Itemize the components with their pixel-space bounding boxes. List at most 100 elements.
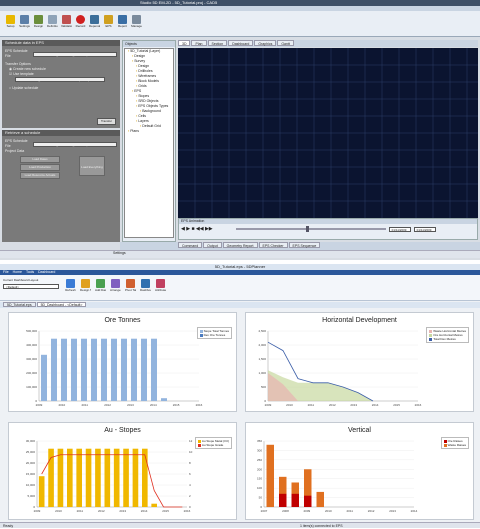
- timeline-handle[interactable]: [305, 226, 309, 232]
- load-production-button[interactable]: Load Production: [20, 164, 60, 171]
- ribbon-btn-validation[interactable]: Validation: [60, 13, 73, 31]
- tab-dashboard[interactable]: Dashboard: [228, 40, 254, 46]
- ore-tonnes-bar: [81, 338, 87, 401]
- planner-status-bar: Ready 1 item(s) connected to EPS: [0, 522, 480, 528]
- animation-panel: EPS Animation ◀ ▶ ■ ◀◀ ▶▶ 01/11/2009 01/…: [178, 218, 478, 240]
- 3d-viewport[interactable]: [178, 48, 478, 218]
- layout-select[interactable]: <Default>: [3, 284, 59, 289]
- timeline-slider[interactable]: [235, 226, 386, 232]
- eps-file-label: EPS Schedule File: [5, 49, 28, 58]
- validation-icon: [62, 15, 71, 24]
- report-icon: [118, 15, 127, 24]
- x-tick-label: 2015: [393, 403, 400, 407]
- ribbon-btn-label: Settings: [19, 24, 30, 28]
- planner-btn-6[interactable]: Attributes: [154, 277, 167, 295]
- update-schedule-option[interactable]: ○ Update schedule: [9, 86, 117, 91]
- x-tick-label: 2016: [415, 403, 422, 407]
- x-tick-label: 2016: [196, 403, 203, 407]
- eps-file2-field[interactable]: C:\Datasets\5D_Tutorial\5D_Tutorial.eps: [33, 141, 117, 147]
- ore-tonnes-bar: [101, 338, 107, 401]
- bottom-tab-1[interactable]: Output: [203, 242, 222, 248]
- play-controls-icon[interactable]: ◀ ▶ ■ ◀◀ ▶▶: [181, 226, 213, 232]
- ore-tonnes-chart: Ore Tonnes 500,000 400,000 300,000 200,000 1…: [8, 312, 237, 412]
- bottom-tab-0[interactable]: Command: [178, 242, 203, 248]
- y-tick-label: 500,000: [26, 329, 37, 333]
- ribbon-btn-settings[interactable]: Settings: [18, 13, 31, 31]
- ribbon-btn-label: Manage: [131, 24, 142, 28]
- x-tick-label: 2010: [286, 403, 293, 407]
- planner-btn-5[interactable]: Dashboard: [139, 277, 152, 295]
- ribbon-btn-eps[interactable]: EPS: [102, 13, 115, 31]
- create-new-label: Create new schedule: [13, 67, 46, 71]
- transfer-button[interactable]: Transfer: [96, 118, 116, 125]
- tab-3d[interactable]: 3D: [178, 40, 191, 46]
- au-metal-bar: [142, 448, 148, 507]
- x-tick-label: 2016: [184, 509, 191, 513]
- planner-btn-label: Design Mode: [80, 288, 91, 292]
- load-dates-button[interactable]: Load Dates: [20, 156, 60, 163]
- dependencies-icon: [90, 15, 99, 24]
- tree-item-label: Survey: [134, 59, 146, 63]
- objects-tree[interactable]: ▪ 5D_Tutorial (Layer) ▪ Design ▪ Survey ▪ D…: [124, 48, 174, 238]
- x-tick-label: 2009: [304, 509, 311, 513]
- ribbon-btn-definitions[interactable]: Definitions: [46, 13, 59, 31]
- planner-btn-3[interactable]: Arrange Items: [109, 277, 122, 295]
- planner-btn-icon: [81, 279, 90, 288]
- legend-item: Total Dev Metres: [429, 337, 466, 341]
- ore-tonnes-bar: [61, 338, 67, 401]
- bottom-tabs: Command Output Geometry Report EPS Checker E…: [120, 242, 480, 250]
- horizontal-dev-legend: Waste Horizontal Metres Ore Horizontal Me…: [426, 327, 469, 343]
- y2-tick-label: 8: [189, 461, 191, 465]
- tab-gantt[interactable]: Gantt: [277, 40, 294, 46]
- ribbon-btn-label: Setup: [6, 24, 15, 28]
- y2-tick-label: 6: [189, 472, 191, 476]
- ribbon-btn-manage[interactable]: Manage: [130, 13, 143, 31]
- tab-graphics[interactable]: Graphics: [254, 40, 277, 46]
- x-tick-label: 2015: [162, 509, 169, 513]
- au-metal-bar: [113, 448, 120, 507]
- tree-item[interactable]: ▪ Plans: [125, 129, 173, 134]
- planner-btn-0[interactable]: Refresh: [64, 277, 77, 295]
- tab-section[interactable]: Section: [207, 40, 228, 46]
- tab-plan[interactable]: Plan: [191, 40, 207, 46]
- ribbon-btn-setup[interactable]: Setup: [4, 13, 17, 31]
- ribbon-btn-report[interactable]: Report: [116, 13, 129, 31]
- ribbon-btn-dependencies[interactable]: Dependencies: [88, 13, 101, 31]
- tree-item-label: EPS: [134, 89, 142, 93]
- doc-tab-0[interactable]: 5D_Tutorial.eps: [3, 302, 36, 307]
- ore-tonnes-bar: [161, 398, 167, 401]
- y2-tick-label: 12: [189, 439, 193, 443]
- date-start-field[interactable]: 01/11/2009: [388, 226, 411, 232]
- x-tick-label: 2012: [329, 403, 336, 407]
- ore-tonnes-bar: [141, 338, 147, 401]
- ore-raise-bar: [304, 495, 312, 507]
- ribbon-btn-design[interactable]: Design: [32, 13, 45, 31]
- project-data-label: Project Data: [5, 149, 25, 153]
- au-metal-bar: [132, 448, 139, 507]
- planner-btn-4[interactable]: Pivot Table: [124, 277, 137, 295]
- load-resource-button[interactable]: Load Resource Actuals: [20, 172, 60, 179]
- y-tick-label: 100: [257, 486, 262, 490]
- x-tick-label: 2014: [150, 403, 157, 407]
- ribbon: Setup SettingsDesignDefinitionsValidation…: [0, 11, 480, 37]
- ore-tonnes-legend: Stope Total Tonnes Dev Ore Tonnes: [196, 327, 232, 339]
- planner-window: 5D_Tutorial.eps - 5DPlanner File Home Tool…: [0, 264, 480, 528]
- load-everything-button[interactable]: Load Everything: [79, 156, 105, 176]
- doc-tab-1[interactable]: 5D_Dashboard - <Default>: [36, 302, 87, 307]
- legend-item: Dev Ore Tonnes: [199, 333, 229, 337]
- eps-file-field[interactable]: C:\Datasets\5D_Tutorial\5D_Tutorial.eps: [33, 51, 117, 57]
- planner-btn-2[interactable]: Add Dashboard Item: [94, 277, 107, 295]
- x-tick-label: 2009: [36, 403, 43, 407]
- x-tick-label: 2012: [104, 403, 111, 407]
- x-tick-label: 2010: [55, 509, 62, 513]
- date-end-field[interactable]: 01/11/2009: [413, 226, 436, 232]
- tree-item-label: EPS Objects Types: [138, 104, 169, 108]
- bottom-tab-3[interactable]: EPS Checker: [258, 242, 288, 248]
- template-field[interactable]: C:\Datasets\5D_Tutorial\Benchmark\EPS\Te…: [15, 77, 105, 82]
- ribbon-btn-record[interactable]: Record: [74, 13, 87, 31]
- y-tick-label: 50: [259, 496, 263, 500]
- bottom-tab-2[interactable]: Geometry Report: [222, 242, 258, 248]
- vertical-legend: Ore Raises Waste Raises: [440, 437, 469, 449]
- bottom-tab-4[interactable]: EPS Sequence: [288, 242, 321, 248]
- planner-btn-1[interactable]: Design Mode: [79, 277, 92, 295]
